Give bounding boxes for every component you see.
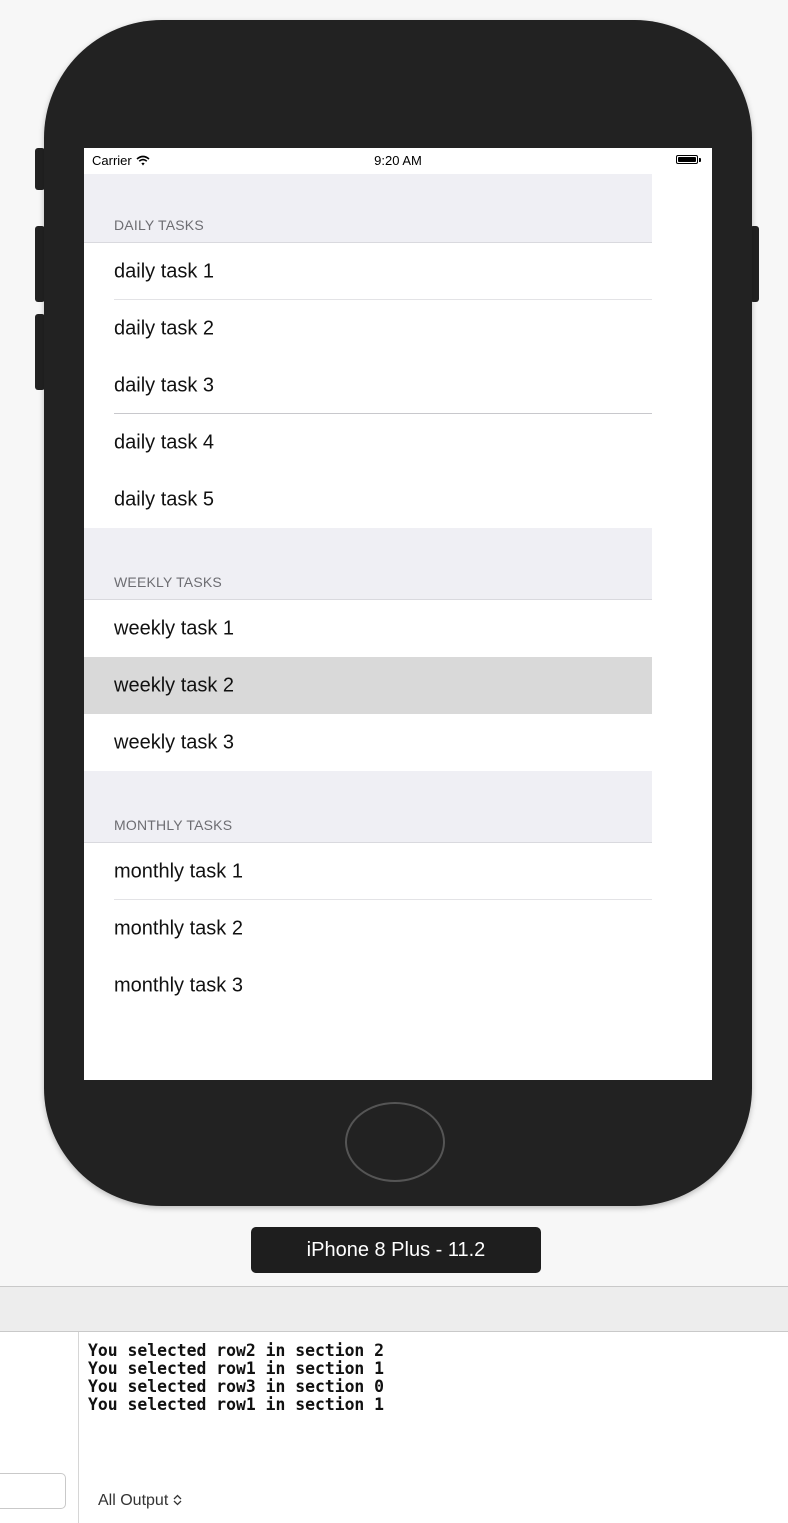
device-screen: Carrier 9:20 AM DAILY TASKS daily task 1…: [84, 148, 712, 1080]
output-filter-label: All Output: [98, 1492, 169, 1509]
table-row[interactable]: daily task 1: [84, 243, 652, 300]
row-label: monthly task 2: [114, 917, 243, 939]
row-label: weekly task 1: [114, 617, 235, 639]
debug-toolbar: [0, 1286, 788, 1332]
section-title: DAILY TASKS: [114, 217, 204, 233]
up-down-chevron-icon: [173, 1494, 182, 1506]
row-label: weekly task 3: [114, 731, 235, 753]
status-time: 9:20 AM: [374, 153, 422, 168]
table-row[interactable]: weekly task 1: [84, 600, 652, 657]
table-row[interactable]: monthly task 1: [84, 843, 652, 900]
table-row-selected[interactable]: weekly task 2: [84, 657, 652, 714]
simulator-window: Carrier 9:20 AM DAILY TASKS daily task 1…: [0, 0, 788, 1286]
section-title: MONTHLY TASKS: [114, 817, 233, 833]
console-line: You selected row1 in section 1: [88, 1359, 385, 1378]
console-line: You selected row3 in section 0: [88, 1377, 385, 1396]
table-row[interactable]: weekly task 3: [84, 714, 652, 771]
section-title: WEEKLY TASKS: [114, 574, 222, 590]
row-label: daily task 2: [114, 317, 215, 339]
table-row[interactable]: daily task 3: [84, 357, 652, 414]
console-output[interactable]: You selected row2 in section 2 You select…: [88, 1342, 384, 1414]
row-label: monthly task 3: [114, 974, 243, 996]
section-header-daily: DAILY TASKS: [84, 174, 652, 243]
status-bar: Carrier 9:20 AM: [84, 148, 712, 174]
row-label: monthly task 1: [114, 860, 243, 882]
row-label: daily task 1: [114, 260, 215, 282]
section-header-monthly: MONTHLY TASKS: [84, 771, 652, 843]
battery-icon: [676, 155, 701, 164]
row-label: daily task 5: [114, 488, 215, 510]
row-label: daily task 3: [114, 374, 215, 396]
table-row[interactable]: monthly task 3: [84, 957, 652, 1014]
row-label: weekly task 2: [114, 674, 235, 696]
device-name-label: iPhone 8 Plus - 11.2: [251, 1227, 541, 1273]
table-row[interactable]: daily task 4: [84, 414, 652, 471]
output-filter-select[interactable]: All Output: [98, 1492, 182, 1510]
tasks-table[interactable]: DAILY TASKS daily task 1 daily task 2 da…: [84, 174, 652, 1014]
row-label: daily task 4: [114, 431, 215, 453]
console-line: You selected row1 in section 1: [88, 1395, 385, 1414]
home-button-icon[interactable]: [345, 1102, 445, 1182]
console-line: You selected row2 in section 2: [88, 1341, 385, 1360]
variables-view[interactable]: [0, 1332, 79, 1523]
table-row[interactable]: daily task 2: [84, 300, 652, 357]
table-row[interactable]: daily task 5: [84, 471, 652, 528]
variables-filter-field[interactable]: [0, 1473, 66, 1509]
table-row[interactable]: monthly task 2: [84, 900, 652, 957]
section-header-weekly: WEEKLY TASKS: [84, 528, 652, 600]
